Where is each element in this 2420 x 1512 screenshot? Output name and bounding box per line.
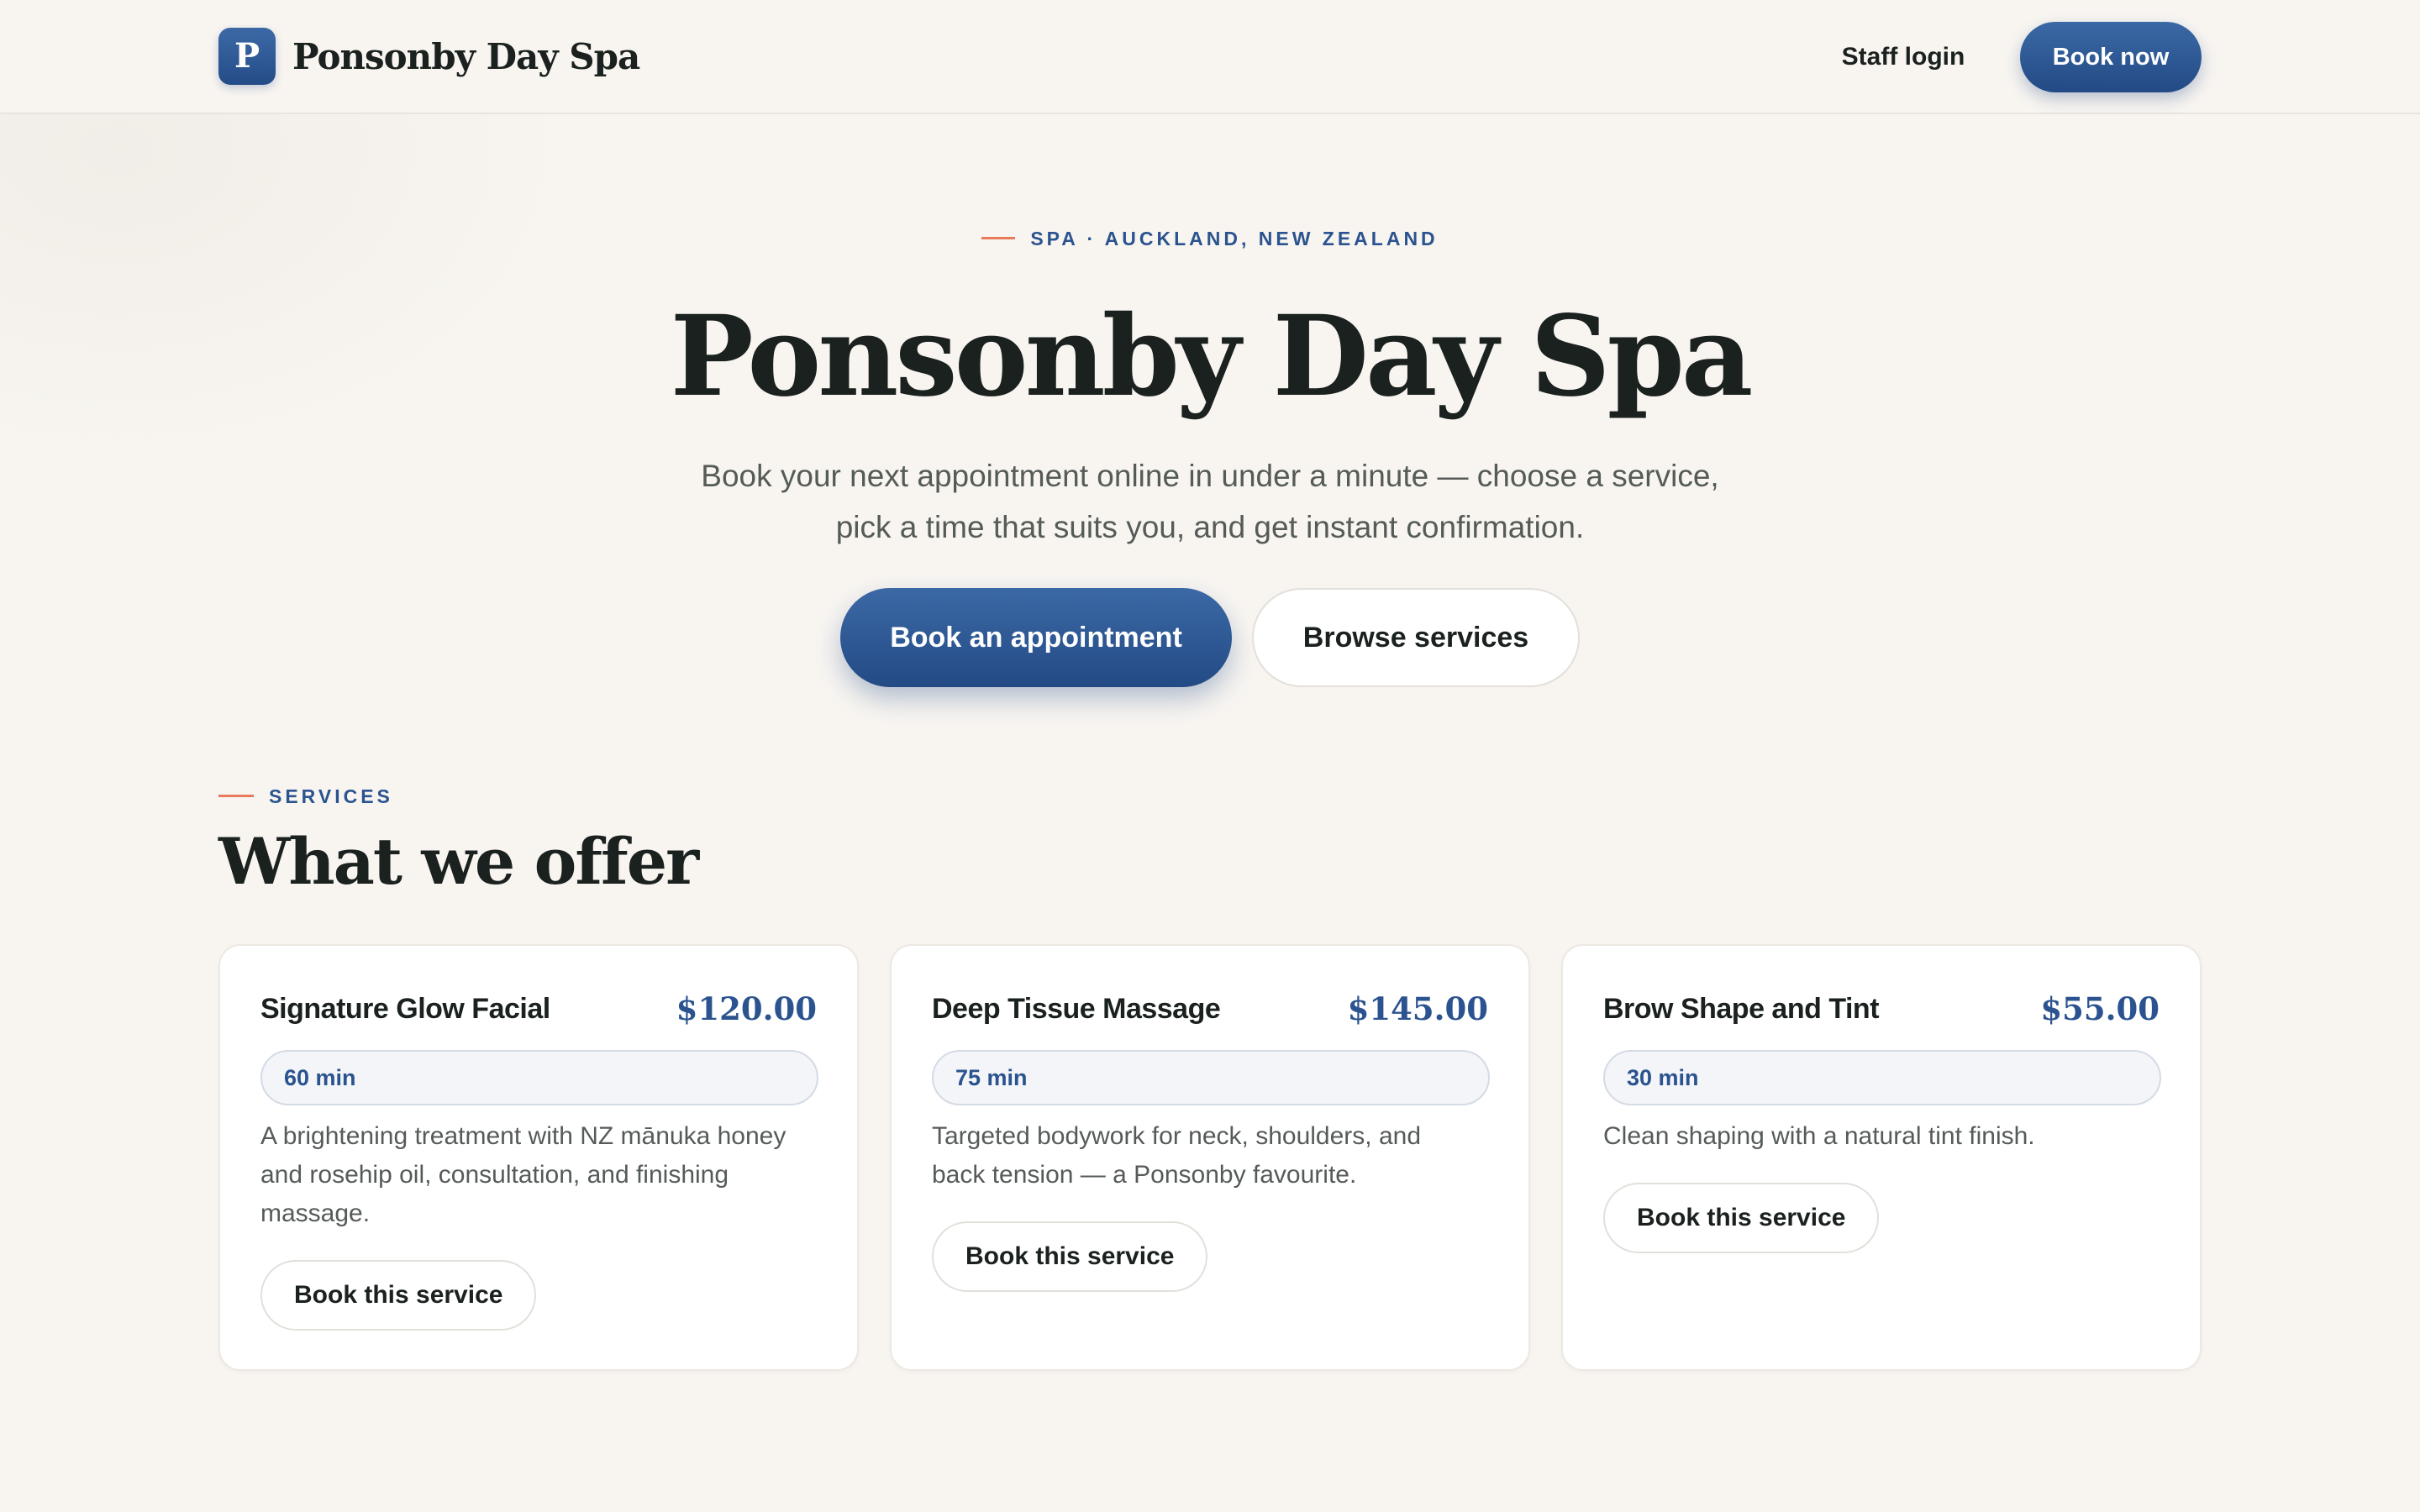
hero-subtitle-line1: Book your next appointment online in und…	[701, 459, 1719, 493]
service-duration-badge: 75 min	[932, 1050, 1490, 1105]
service-duration-badge: 60 min	[260, 1050, 818, 1105]
service-description: Targeted bodywork for neck, shoulders, a…	[932, 1122, 1421, 1189]
hero-title: Ponsonby Day Spa	[670, 291, 1754, 422]
service-name: Signature Glow Facial	[260, 993, 550, 1025]
book-service-button[interactable]: Book this service	[1603, 1183, 1880, 1253]
logo-mark[interactable]: P	[218, 28, 276, 85]
site-header: P Ponsonby Day Spa Staff login Book now	[0, 0, 2420, 114]
brand-name[interactable]: Ponsonby Day Spa	[292, 32, 640, 82]
hero-eyebrow: SPA · AUCKLAND, NEW ZEALAND	[0, 223, 2420, 254]
hero-subtitle: Book your next appointment online in und…	[622, 450, 1798, 553]
eyebrow-dash	[218, 795, 254, 798]
services-title: What we offer	[218, 824, 699, 899]
book-service-button[interactable]: Book this service	[932, 1221, 1208, 1292]
service-name: Brow Shape and Tint	[1603, 993, 1880, 1025]
service-card-facial: Signature Glow Facial $120.00 60 min A b…	[218, 944, 859, 1371]
book-service-button[interactable]: Book this service	[260, 1260, 537, 1331]
book-appointment-button[interactable]: Book an appointment	[840, 588, 1232, 687]
service-card-massage: Deep Tissue Massage $145.00 75 min Targe…	[890, 944, 1530, 1371]
service-price: $145.00	[1347, 990, 1488, 1027]
eyebrow-dash	[981, 237, 1016, 240]
service-duration-badge: 30 min	[1603, 1050, 2161, 1105]
browse-services-button[interactable]: Browse services	[1252, 588, 1580, 687]
hero-eyebrow-text: SPA · AUCKLAND, NEW ZEALAND	[1030, 228, 1439, 249]
book-now-button[interactable]: Book now	[2020, 22, 2202, 92]
staff-login-link[interactable]: Staff login	[1832, 34, 1975, 81]
services-eyebrow-text: SERVICES	[269, 785, 393, 807]
hero-subtitle-line2: pick a time that suits you, and get inst…	[835, 510, 1585, 544]
service-card-brow: Brow Shape and Tint $55.00 30 min Clean …	[1561, 944, 2202, 1371]
service-price: $120.00	[676, 990, 817, 1027]
service-price: $55.00	[2040, 990, 2160, 1027]
service-name: Deep Tissue Massage	[932, 993, 1221, 1025]
services-eyebrow: SERVICES	[218, 781, 393, 811]
service-description: Clean shaping with a natural tint finish…	[1603, 1122, 2035, 1150]
service-description: A brightening treatment with NZ mānuka h…	[260, 1122, 786, 1227]
